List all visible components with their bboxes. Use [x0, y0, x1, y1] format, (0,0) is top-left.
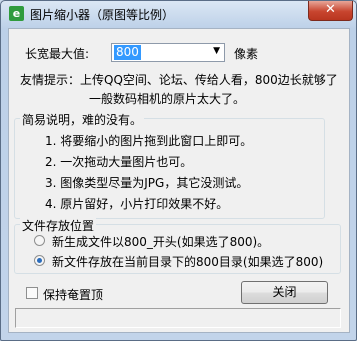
- save-location-group: 文件存放位置 新生成文件以800_开头(如果选了800)。 新文件存放在当前目录…: [14, 217, 341, 274]
- max-size-select[interactable]: 800 ▼: [111, 43, 225, 62]
- size-label: 长宽最大值:: [25, 47, 90, 61]
- instruction-item: 4. 原片留好，小片打印效果不好。: [45, 197, 229, 211]
- size-unit-label: 像素: [234, 47, 259, 61]
- chevron-down-icon[interactable]: ▼: [213, 46, 220, 56]
- instructions-legend: 简易说明，难的没有。: [20, 111, 145, 128]
- client-area: 长宽最大值: 800 ▼ 像素 友情提示：上传QQ空间、论坛、传给人看，800边…: [8, 28, 350, 333]
- window-title: 图片缩小器（原图等比例）: [30, 8, 175, 22]
- status-bar: [15, 308, 341, 328]
- radio-subdir-label[interactable]: 新文件存放在当前目录下的800目录(如果选了800): [52, 253, 323, 270]
- instruction-item: 2. 一次拖动大量图片也可。: [45, 155, 193, 169]
- radio-prefix-option[interactable]: [34, 235, 45, 246]
- main-window: e 图片缩小器（原图等比例） ✕ 长宽最大值: 800 ▼ 像素 友情提示：上传…: [0, 0, 357, 341]
- radio-prefix-label[interactable]: 新生成文件以800_开头(如果选了800)。: [52, 233, 269, 250]
- instruction-item: 3. 图像类型尽量为JPG，其它没测试。: [45, 176, 249, 190]
- keep-on-top-checkbox[interactable]: [26, 287, 38, 299]
- radio-subdir-option[interactable]: [34, 255, 45, 266]
- title-bar[interactable]: e 图片缩小器（原图等比例） ✕: [1, 1, 356, 27]
- window-close-button[interactable]: ✕: [308, 1, 353, 21]
- tip-line-1: 友情提示：上传QQ空间、论坛、传给人看，800边长就够了: [20, 73, 338, 87]
- instructions-group: 简易说明，难的没有。 1. 将要缩小的图片拖到此窗口上即可。 2. 一次拖动大量…: [14, 111, 325, 219]
- app-icon: e: [9, 6, 24, 21]
- save-location-legend: 文件存放位置: [20, 217, 97, 234]
- instruction-item: 1. 将要缩小的图片拖到此窗口上即可。: [45, 134, 253, 148]
- max-size-value: 800: [114, 45, 141, 60]
- tip-line-2: 一般数码相机的原片太大了。: [89, 92, 246, 106]
- keep-on-top-label[interactable]: 保持奄置顶: [43, 286, 103, 303]
- close-button[interactable]: 关闭: [241, 281, 328, 304]
